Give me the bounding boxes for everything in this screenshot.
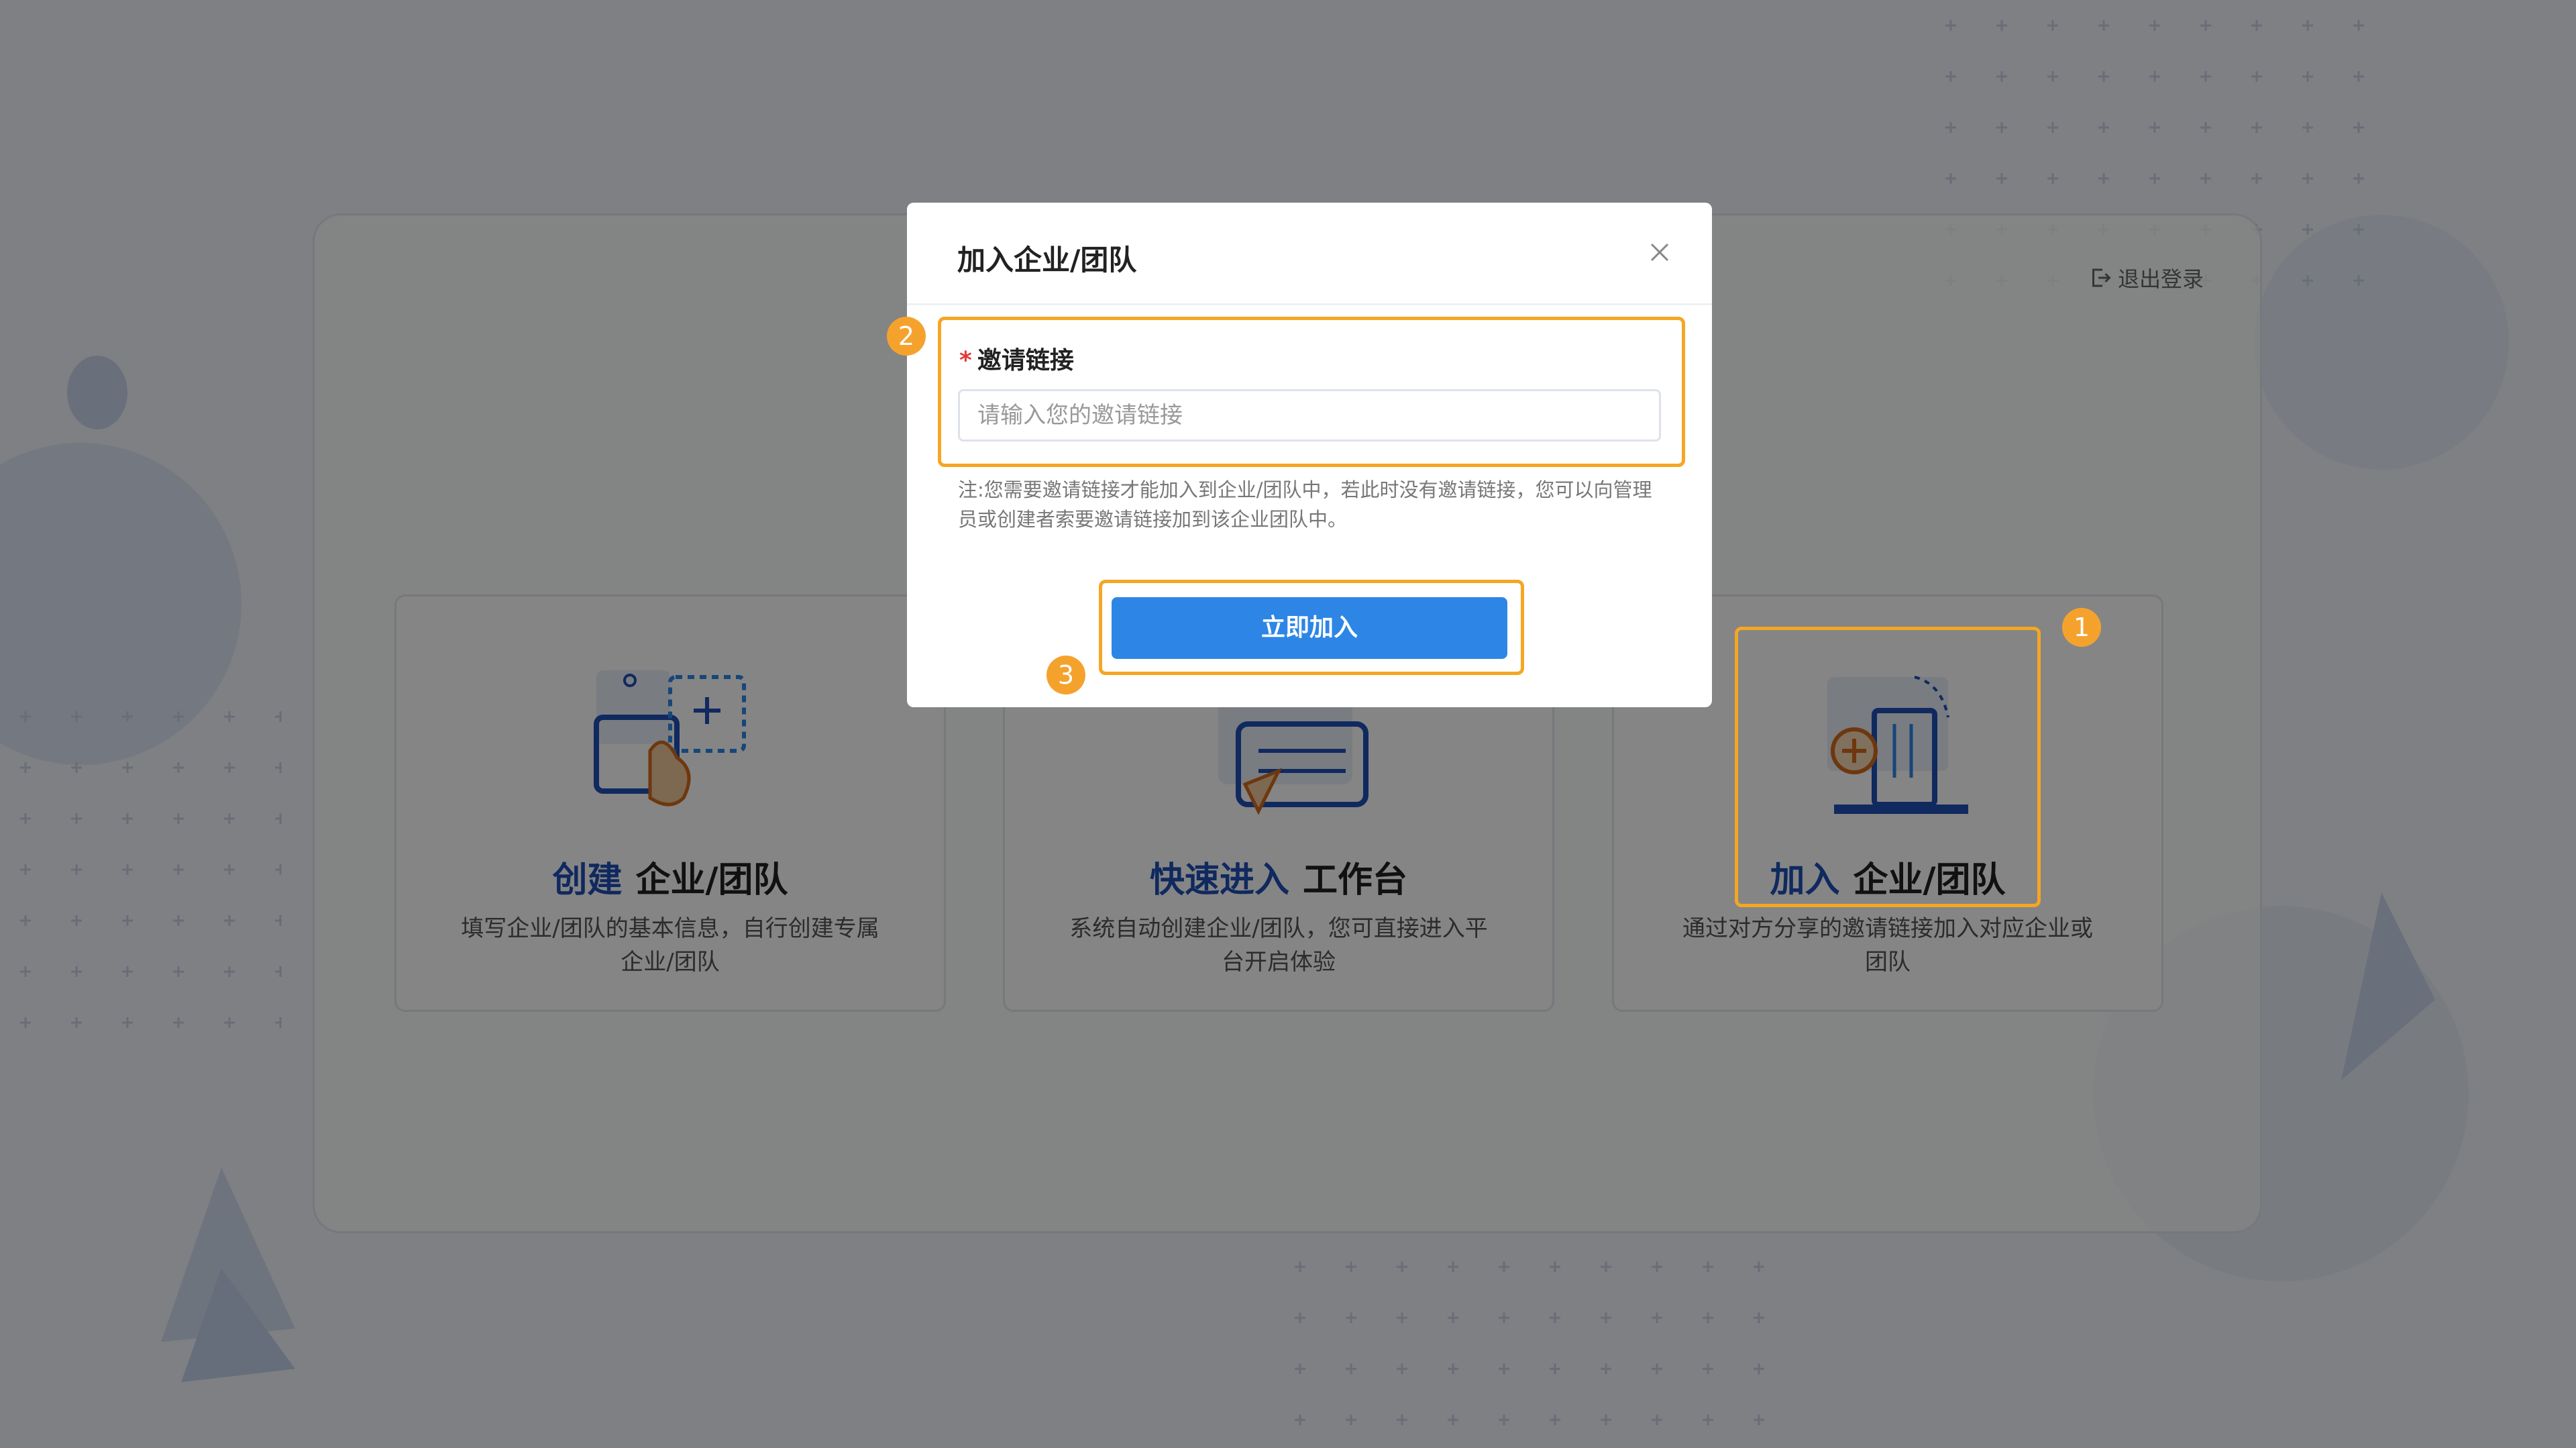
dialog-title: 加入企业/团队 — [957, 244, 1137, 276]
close-icon[interactable] — [1646, 239, 1673, 266]
annotation-box-join-button — [1099, 580, 1524, 675]
annotation-box-join-card — [1735, 627, 2041, 907]
annotation-box-invite-field — [938, 317, 1685, 467]
annotation-badge-3: 3 — [1046, 656, 1085, 694]
annotation-badge-1: 1 — [2062, 608, 2101, 647]
invite-note: 注:您需要邀请链接才能加入到企业/团队中，若此时没有邀请链接，您可以向管理员或创… — [958, 478, 1652, 531]
annotation-badge-2: 2 — [887, 317, 926, 356]
dialog-header: 加入企业/团队 — [907, 203, 1712, 305]
